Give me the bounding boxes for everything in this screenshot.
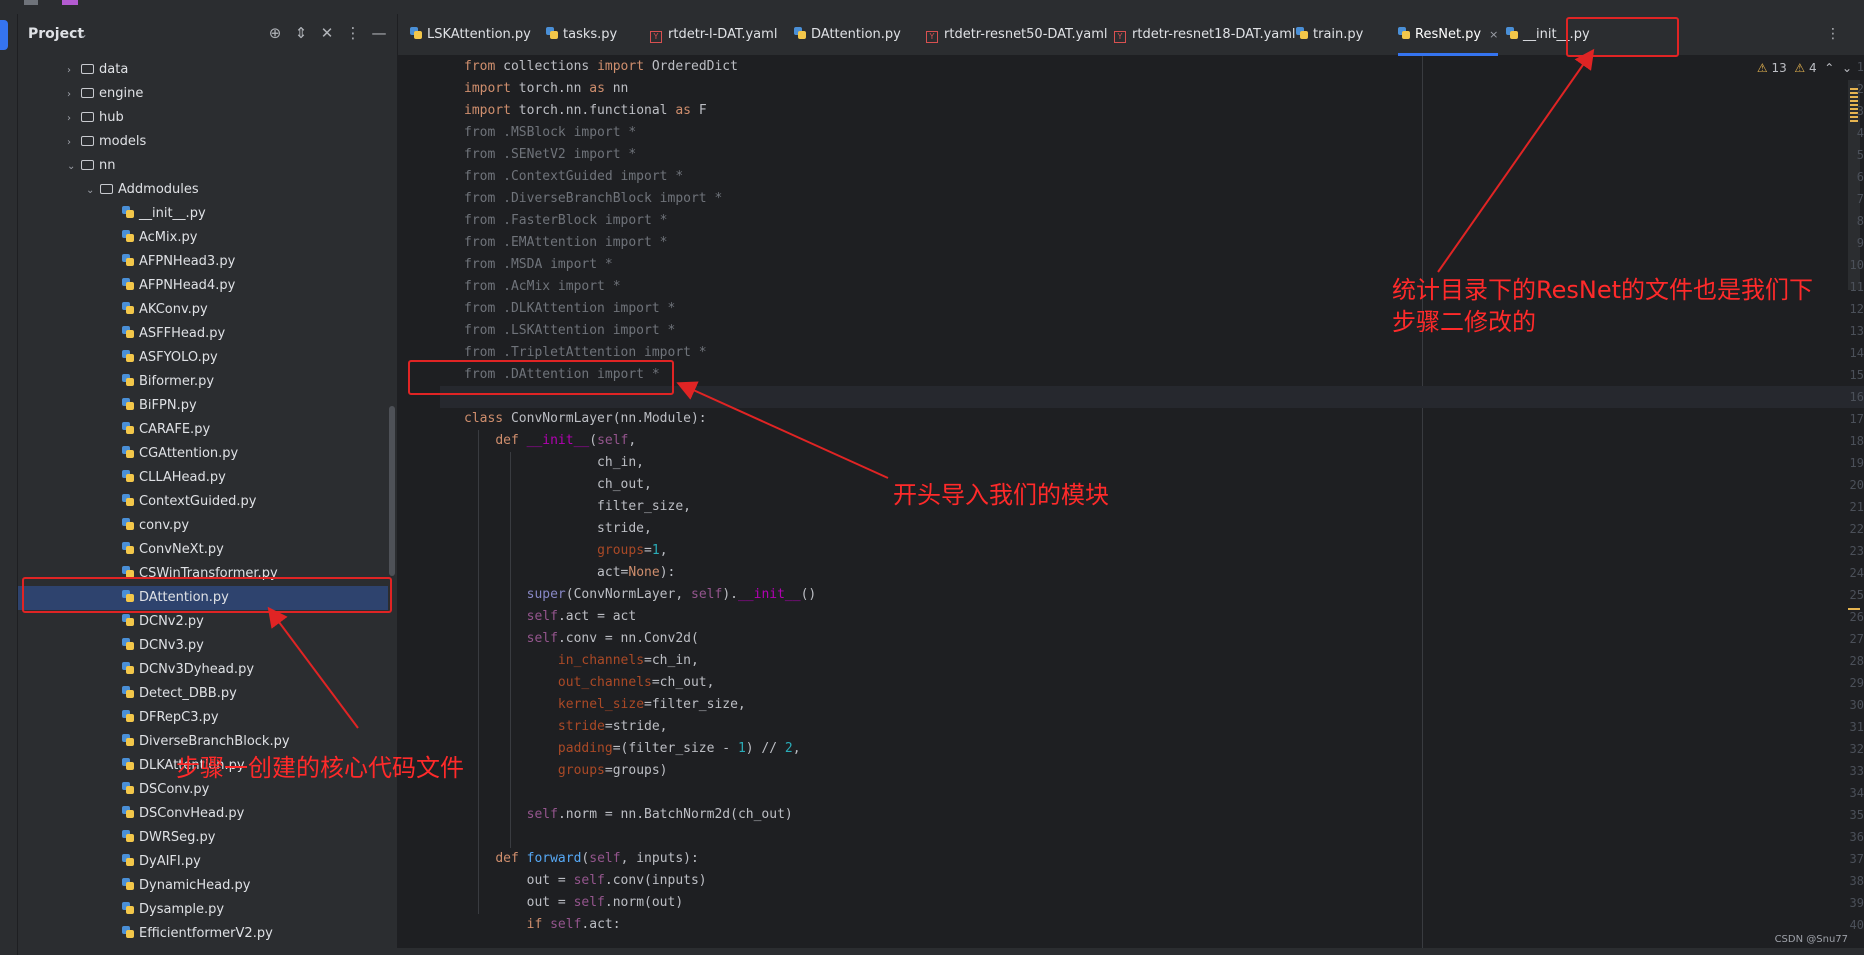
- annotation-note-resnet-line1: 统计目录下的ResNet的文件也是我们下: [1392, 276, 1813, 304]
- annotation-note-resnet: 统计目录下的ResNet的文件也是我们下 步骤二修改的: [1392, 274, 1813, 338]
- annotation-arrows: [267, 48, 1595, 729]
- arrow-to-import-line: [676, 381, 889, 479]
- arrow-to-resnet-tab: [1437, 48, 1595, 273]
- watermark: CSDN @Snu77: [1774, 934, 1848, 945]
- annotation-note-resnet-line2: 步骤二修改的: [1392, 308, 1536, 336]
- arrow-to-dattention-file: [267, 606, 359, 729]
- annotation-note-import: 开头导入我们的模块: [893, 481, 1109, 509]
- annotation-note-core-file: 步骤一创建的核心代码文件: [176, 754, 464, 782]
